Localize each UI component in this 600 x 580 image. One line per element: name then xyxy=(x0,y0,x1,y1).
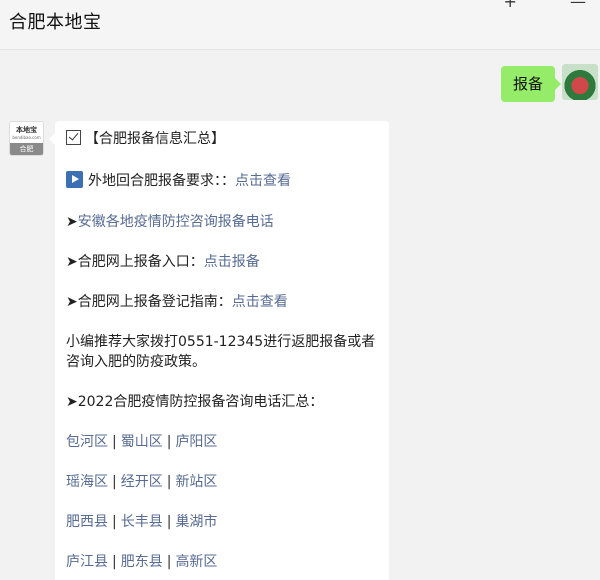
account-avatar-brand: 本地宝 xyxy=(16,126,37,134)
add-icon[interactable]: + xyxy=(504,0,517,11)
separator: | xyxy=(112,434,117,450)
district-link[interactable]: 庐阳区 xyxy=(175,434,217,450)
message-heading: 【合肥报备信息汇总】 xyxy=(85,131,225,147)
district-link[interactable]: 包河区 xyxy=(66,434,108,450)
account-avatar[interactable]: 本地宝 bendibao.com 合肥 xyxy=(9,121,44,156)
online-report-line: ➤合肥网上报备入口：点击报备 xyxy=(66,252,260,272)
arrow-bullet-icon: ➤ xyxy=(66,214,78,230)
account-avatar-site: bendibao.com xyxy=(12,135,41,140)
district-link[interactable]: 新站区 xyxy=(175,474,217,490)
requirements-line: 外地回合肥报备要求：：点击查看 xyxy=(66,171,291,191)
incoming-message-bubble: 【合肥报备信息汇总】 外地回合肥报备要求：：点击查看 ➤安徽各地疫情防控咨询报备… xyxy=(49,121,389,580)
separator: | xyxy=(166,514,172,530)
district-row: 包河区 | 蜀山区 | 庐阳区 xyxy=(66,432,217,452)
district-link[interactable]: 肥西县 xyxy=(66,514,108,530)
district-row: 庐江县 | 肥东县 | 高新区 xyxy=(66,552,217,572)
online-report-link[interactable]: 点击报备 xyxy=(204,254,260,270)
outgoing-message-bubble[interactable]: 报备 xyxy=(500,66,562,102)
arrow-bullet-icon: ➤ xyxy=(66,294,78,310)
district-row: 瑶海区 | 经开区 | 新站区 xyxy=(66,472,217,492)
arrow-bullet-icon: ➤ xyxy=(66,394,78,410)
title-actions: + — xyxy=(456,0,587,11)
outgoing-message-row: 报备 xyxy=(0,64,600,106)
checkbox-icon xyxy=(66,130,81,145)
district-link[interactable]: 高新区 xyxy=(175,554,217,570)
message-heading-line: 【合肥报备信息汇总】 xyxy=(66,129,225,149)
separator: | xyxy=(112,554,117,570)
summary-text: 2022合肥疫情防控报备咨询电话汇总： xyxy=(77,394,324,410)
district-link[interactable]: 经开区 xyxy=(121,474,163,490)
district-link[interactable]: 长丰县 xyxy=(121,514,163,530)
requirements-link[interactable]: 点击查看 xyxy=(235,173,291,189)
account-avatar-logo: 本地宝 bendibao.com xyxy=(10,122,43,143)
user-avatar[interactable] xyxy=(562,64,598,100)
separator: | xyxy=(166,434,172,450)
arrow-bullet-icon: ➤ xyxy=(66,254,78,270)
guide-link[interactable]: 点击查看 xyxy=(232,294,288,310)
district-link[interactable]: 肥东县 xyxy=(121,554,163,570)
district-link[interactable]: 庐江县 xyxy=(66,554,108,570)
guide-text: 合肥网上报备登记指南： xyxy=(77,294,232,310)
phones-link[interactable]: 安徽各地疫情防控咨询报备电话 xyxy=(78,214,274,230)
more-icon[interactable]: — xyxy=(570,0,586,11)
online-report-text: 合肥网上报备入口： xyxy=(77,254,204,270)
summary-line: ➤2022合肥疫情防控报备咨询电话汇总： xyxy=(66,392,323,412)
separator: | xyxy=(112,474,117,490)
guide-line: ➤合肥网上报备登记指南：点击查看 xyxy=(66,292,288,312)
chat-window: 合肥本地宝 + — 报备 本地宝 bendibao.com 合肥 【合肥报备信息… xyxy=(0,0,600,580)
district-link[interactable]: 巢湖市 xyxy=(175,514,217,530)
chat-title: 合肥本地宝 xyxy=(9,12,102,33)
title-bar: 合肥本地宝 + — xyxy=(0,0,600,50)
recommendation-paragraph: 小编推荐大家拨打0551-12345进行返肥报备或者咨询入肥的防疫政策。 xyxy=(66,334,376,370)
district-link[interactable]: 蜀山区 xyxy=(121,434,163,450)
district-link[interactable]: 瑶海区 xyxy=(66,474,108,490)
district-row: 肥西县 | 长丰县 | 巢湖市 xyxy=(66,512,217,532)
play-icon xyxy=(66,171,83,188)
separator: | xyxy=(166,474,172,490)
account-avatar-city: 合肥 xyxy=(10,143,43,155)
phones-line: ➤安徽各地疫情防控咨询报备电话 xyxy=(66,212,274,232)
requirements-text: 外地回合肥报备要求：： xyxy=(88,173,235,189)
separator: | xyxy=(166,554,172,570)
separator: | xyxy=(112,514,117,530)
